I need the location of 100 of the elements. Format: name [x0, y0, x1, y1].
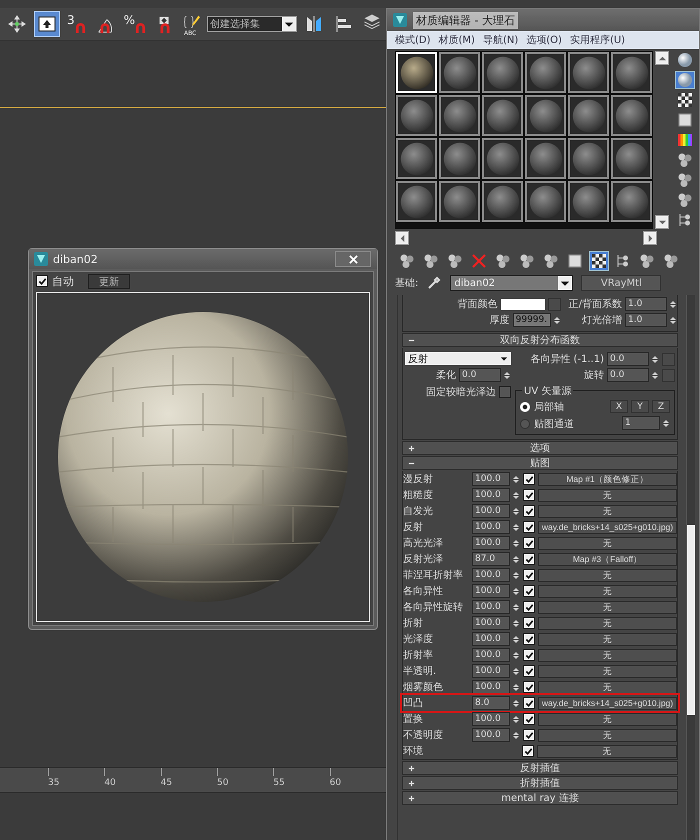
map-button[interactable]: 无 [538, 664, 677, 678]
map-button[interactable]: Map #3（Falloff） [538, 552, 677, 566]
close-button[interactable] [335, 251, 371, 267]
checkbox[interactable] [523, 569, 535, 581]
checkbox[interactable] [523, 521, 535, 533]
rollout-header[interactable]: 贴图 [402, 456, 678, 470]
material-name-dropdown[interactable]: diban02 [450, 275, 574, 291]
checkbox[interactable] [523, 601, 535, 613]
amount-field[interactable]: 100.0 [472, 504, 510, 518]
color-swatch[interactable] [500, 298, 545, 310]
toolbar-button[interactable] [589, 251, 609, 271]
rollout-header[interactable]: mental ray 连接 [402, 791, 678, 805]
checkbox[interactable] [523, 537, 535, 549]
amount-field[interactable]: 100.0 [472, 712, 510, 726]
amount-field[interactable]: 100.0 [472, 648, 510, 662]
number-field[interactable]: 1.0 [625, 313, 667, 327]
map-button[interactable]: 无 [538, 536, 677, 550]
amount-field[interactable]: 100.0 [472, 568, 510, 582]
number-field[interactable]: 0.0 [607, 352, 649, 366]
map-button[interactable]: 无 [538, 648, 677, 662]
scroll-up-button[interactable] [655, 51, 669, 65]
amount-field[interactable]: 100.0 [472, 728, 510, 742]
amount-field[interactable]: 100.0 [472, 680, 510, 694]
menu-item[interactable]: 模式(D) [395, 33, 431, 47]
checkbox[interactable] [523, 473, 535, 485]
radio-button[interactable] [520, 419, 530, 429]
checkbox[interactable] [523, 489, 535, 501]
map-button[interactable]: 无 [538, 504, 677, 518]
selection-set-dropdown[interactable]: 创建选择集 [207, 16, 298, 32]
side-tool-button[interactable] [675, 131, 695, 149]
checkbox[interactable] [499, 386, 511, 398]
checkbox[interactable] [523, 681, 535, 693]
map-button[interactable]: 无 [538, 680, 677, 694]
update-button[interactable]: 更新 [88, 274, 130, 288]
checkbox[interactable] [523, 633, 535, 645]
axis-button[interactable]: Z [652, 400, 670, 413]
amount-field[interactable]: 100.0 [472, 536, 510, 550]
eyedropper-icon[interactable] [426, 275, 442, 291]
map-button[interactable]: 无 [538, 568, 677, 582]
timeline-ruler[interactable]: 35 40 45 50 55 60 [0, 767, 386, 793]
scroll-left-button[interactable] [395, 231, 409, 245]
map-button[interactable]: 无 [538, 632, 677, 646]
side-tool-button[interactable] [675, 91, 695, 109]
checkbox[interactable] [523, 585, 535, 597]
amount-field[interactable]: 8.0 [472, 696, 510, 710]
checkbox[interactable] [523, 505, 535, 517]
menu-item[interactable]: 导航(N) [482, 33, 518, 47]
checkbox[interactable] [36, 275, 48, 287]
checkbox[interactable] [523, 665, 535, 677]
number-field[interactable]: 0.0 [607, 368, 649, 382]
checkbox[interactable] [523, 617, 535, 629]
rollout-header[interactable]: 双向反射分布函数 [402, 333, 678, 347]
amount-field[interactable]: 100.0 [472, 600, 510, 614]
percent-snap-button[interactable]: % [120, 11, 150, 37]
amount-field[interactable]: 100.0 [472, 616, 510, 630]
map-button[interactable]: 无 [538, 616, 677, 630]
scroll-thumb[interactable] [687, 525, 695, 715]
amount-field[interactable]: 100.0 [472, 472, 510, 486]
scroll-down-button[interactable] [655, 215, 669, 229]
checkbox[interactable] [522, 745, 534, 757]
map-channel-field[interactable]: 1 [622, 416, 660, 430]
amount-field[interactable]: 100.0 [472, 520, 510, 534]
number-field[interactable]: 0.0 [459, 368, 501, 382]
amount-field[interactable]: 100.0 [472, 632, 510, 646]
amount-field[interactable]: 100.0 [472, 664, 510, 678]
brdf-type-dropdown[interactable]: 反射 [405, 352, 511, 365]
menu-item[interactable]: 材质(M) [438, 33, 475, 47]
checkbox[interactable] [523, 713, 535, 725]
checkbox[interactable] [523, 649, 535, 661]
menu-item[interactable]: 实用程序(U) [570, 33, 626, 47]
map-button[interactable]: 无 [538, 584, 677, 598]
map-button[interactable]: 无 [538, 600, 677, 614]
rollout-header[interactable]: 折射插值 [402, 776, 678, 790]
axis-button[interactable]: Y [631, 400, 649, 413]
number-field[interactable]: 1.0 [625, 297, 667, 311]
map-button[interactable]: 无 [538, 712, 677, 726]
select-tool-button[interactable] [34, 11, 60, 37]
snap-toggle-button[interactable]: 3 [64, 11, 89, 37]
thickness-field[interactable]: 99999. [512, 313, 551, 327]
tree-icon [677, 212, 693, 228]
checkbox[interactable] [523, 553, 535, 565]
scroll-right-button[interactable] [643, 231, 657, 245]
map-button[interactable]: 无 [537, 744, 677, 758]
axis-button[interactable]: X [610, 400, 628, 413]
amount-field[interactable]: 100.0 [472, 488, 510, 502]
material-type-button[interactable]: VRayMtl [581, 275, 662, 291]
map-button[interactable]: Map #1（颜色修正） [538, 472, 677, 486]
rollout-header[interactable]: 反射插值 [402, 761, 678, 775]
map-button[interactable]: 无 [538, 728, 677, 742]
map-button[interactable]: way.de_bricks+14_s025+g010.jpg) [538, 520, 677, 534]
checkbox[interactable] [523, 729, 535, 741]
map-button[interactable]: way.de_bricks+14_s025+g010.jpg) [538, 696, 677, 710]
map-button[interactable]: 无 [538, 488, 677, 502]
scrollbar[interactable] [686, 295, 695, 840]
amount-field[interactable]: 100.0 [472, 584, 510, 598]
menu-item[interactable]: 选项(O) [526, 33, 562, 47]
rollout-header[interactable]: 选项 [402, 441, 678, 455]
side-tool-button[interactable] [675, 51, 695, 69]
checkbox[interactable] [523, 697, 535, 709]
amount-field[interactable]: 87.0 [472, 552, 510, 566]
